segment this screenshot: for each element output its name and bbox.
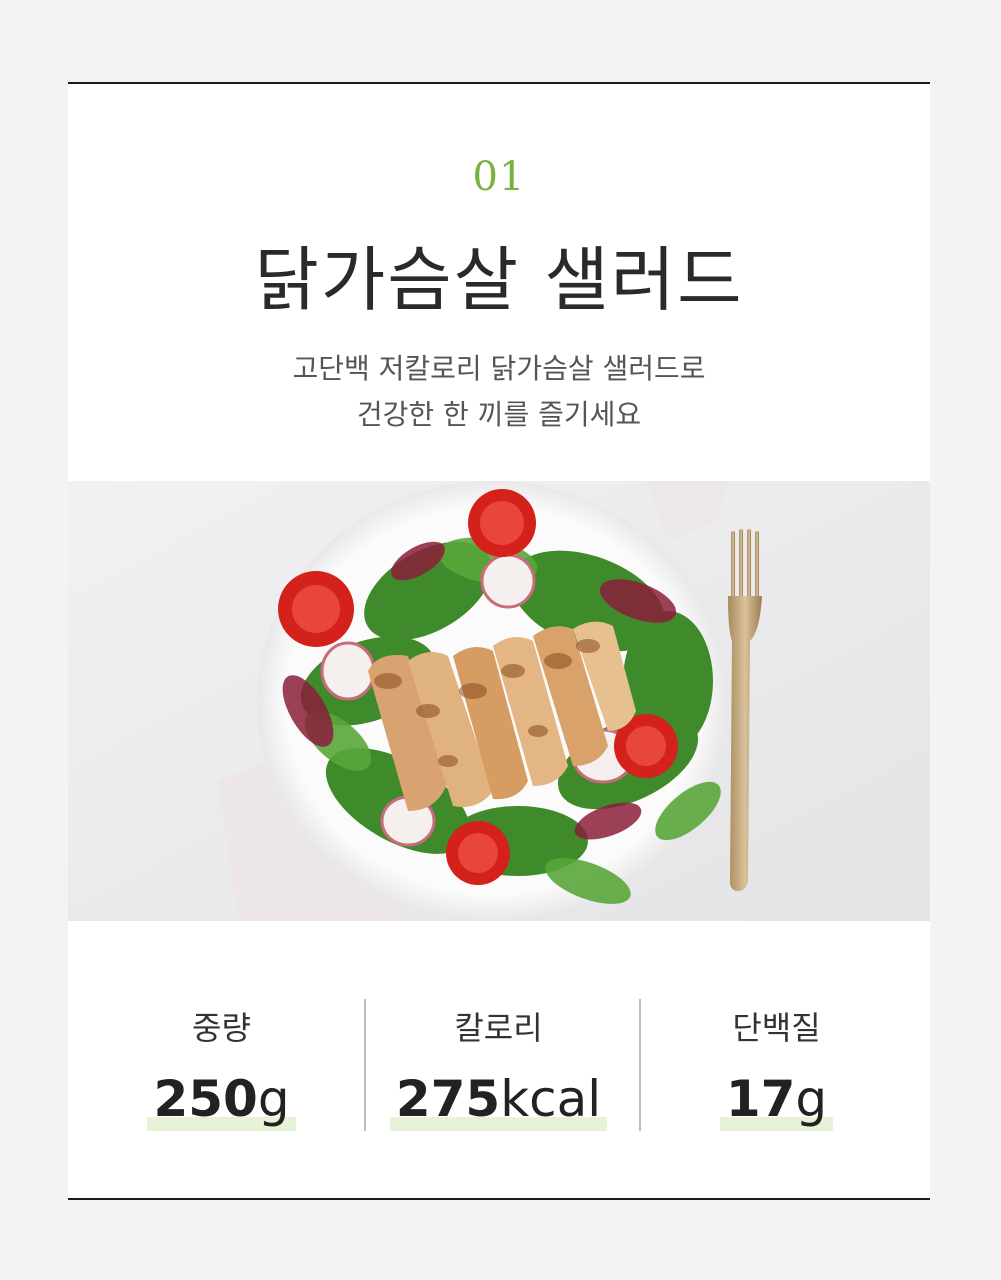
stat-calories-label: 칼로리 [454, 1009, 543, 1047]
salad-photo [68, 481, 930, 921]
stat-weight-value: 250g [147, 1070, 296, 1131]
stat-protein-value: 17g [719, 1070, 834, 1131]
stat-protein-number: 17 [725, 1070, 796, 1128]
stat-weight: 중량 250g [78, 921, 365, 1200]
stat-weight-number: 250 [153, 1070, 258, 1128]
stat-calories: 칼로리 275kcal [355, 921, 642, 1200]
item-number: 01 [472, 154, 526, 200]
menu-card: 01 닭가슴살 샐러드 고단백 저칼로리 닭가슴살 샐러드로 건강한 한 끼를 … [68, 82, 930, 1200]
stat-protein-unit: g [795, 1070, 828, 1128]
stat-protein-label: 단백질 [732, 1009, 821, 1047]
subtitle-line-1: 고단백 저칼로리 닭가슴살 샐러드로 [292, 352, 706, 385]
stat-weight-label: 중량 [192, 1009, 251, 1047]
subtitle: 고단백 저칼로리 닭가슴살 샐러드로 건강한 한 끼를 즐기세요 [68, 346, 930, 438]
page-title: 닭가슴살 샐러드 [254, 239, 744, 321]
nutrition-stats: 중량 250g 칼로리 275kcal 단백질 17g [68, 921, 930, 1200]
stat-calories-number: 275 [395, 1070, 501, 1128]
stat-weight-unit: g [257, 1070, 290, 1128]
subtitle-line-2: 건강한 한 끼를 즐기세요 [356, 398, 642, 431]
salad-illustration [68, 481, 930, 921]
stat-calories-value: 275kcal [389, 1070, 608, 1131]
stat-calories-unit: kcal [500, 1070, 602, 1128]
stat-protein: 단백질 17g [633, 921, 920, 1200]
